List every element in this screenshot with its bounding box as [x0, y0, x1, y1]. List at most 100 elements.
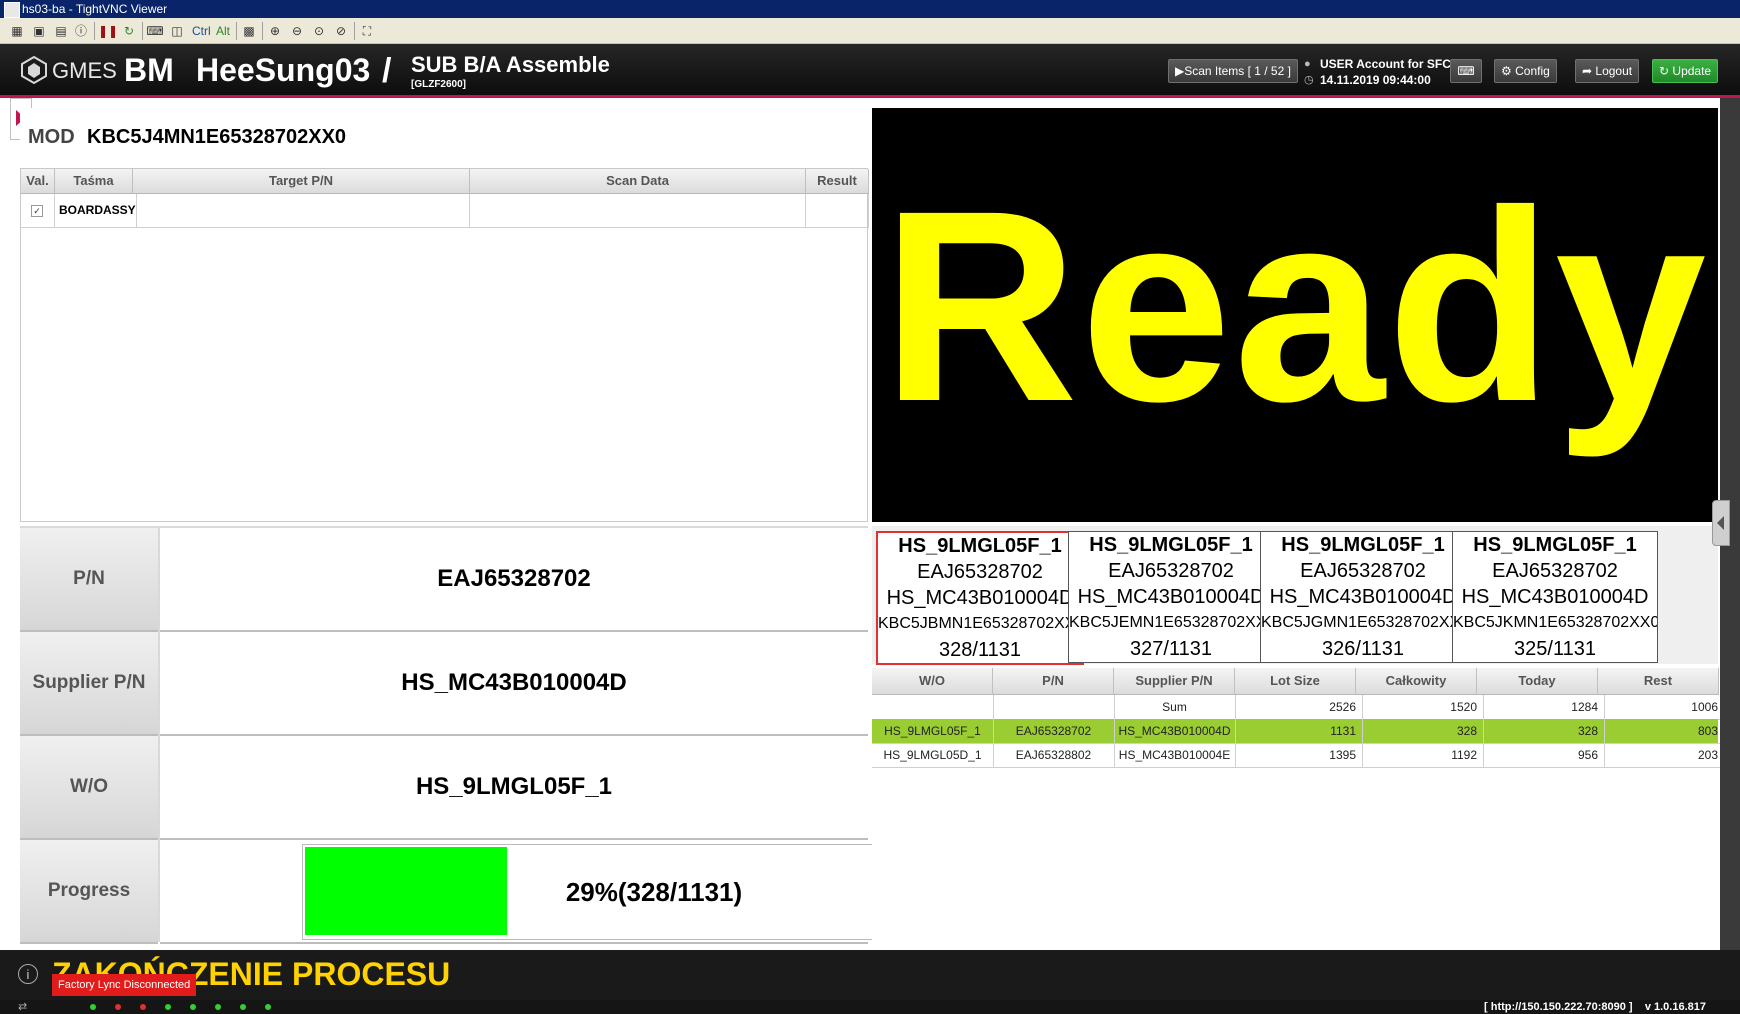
table-cell-total: 1520	[1356, 695, 1484, 720]
clock-icon: ◷	[1304, 74, 1314, 86]
gmes-logo: GMES	[52, 58, 117, 83]
connection-alert: Factory Lync Disconnected	[52, 974, 197, 996]
col-today[interactable]: Today	[1477, 668, 1598, 695]
info-icon[interactable]: i	[18, 964, 38, 984]
pn-label: P/N	[20, 528, 158, 632]
row-scan-data	[470, 194, 806, 228]
table-cell-wo: HS_9LMGL05F_1	[872, 719, 994, 744]
col-tasma[interactable]: Taśma	[55, 169, 133, 194]
scan-card-wo: HS_9LMGL05F_1	[1089, 534, 1253, 556]
table-cell-wo: HS_9LMGL05D_1	[872, 743, 994, 768]
keyboard-button[interactable]: ⌨	[1450, 59, 1482, 83]
user-icon: ●	[1304, 58, 1311, 70]
col-pn[interactable]: P/N	[993, 668, 1114, 695]
status-text: Ready	[881, 154, 1709, 458]
scan-card-mod: KBC5JBMN1E65328702XX0	[878, 615, 1082, 632]
status-led-icon	[190, 1004, 196, 1010]
row-tasma: BOARDASSY	[55, 194, 137, 228]
col-rest[interactable]: Rest	[1598, 668, 1719, 695]
row-checkbox[interactable]: ✓	[31, 205, 43, 217]
pn-row: P/N EAJ65328702	[20, 528, 868, 632]
scan-card-pn: EAJ65328702	[917, 561, 1043, 583]
scan-items-button[interactable]: ▶Scan Items [ 1 / 52 ]	[1168, 59, 1298, 83]
table-cell-lot: 2526	[1235, 695, 1363, 720]
col-wo[interactable]: W/O	[872, 668, 993, 695]
col-val[interactable]: Val.	[21, 169, 55, 194]
logout-button[interactable]: ➦ Logout	[1575, 59, 1640, 83]
col-scan-data[interactable]: Scan Data	[470, 169, 806, 194]
scan-card-count: 328/1131	[939, 639, 1021, 661]
vnc-toolbar: ▦ ▣ ▤ ⓘ ❚❚ ↻ ⌨ ◫ Ctrl Alt ▩ ⊕ ⊖ ⊙ ⊘ ⛶	[0, 18, 1740, 44]
clipboard-icon[interactable]: ▩	[240, 22, 258, 40]
app-icon	[4, 2, 20, 18]
col-target-pn[interactable]: Target P/N	[133, 169, 470, 194]
supplier-pn-value: HS_MC43B010004D	[160, 632, 868, 736]
mod-value: KBC5J4MN1E65328702XX0	[87, 126, 347, 148]
options-icon[interactable]: ▤	[52, 22, 70, 40]
status-led-icon	[240, 1004, 246, 1010]
table-cell-pn: EAJ65328802	[993, 743, 1115, 768]
zoom-out-icon[interactable]: ⊖	[288, 22, 306, 40]
row-target-pn	[133, 194, 470, 228]
refresh-icon[interactable]: ↻	[120, 22, 138, 40]
header-slash: /	[382, 52, 392, 90]
header-process-code: [GLZF2600]	[411, 79, 467, 90]
zoom-100-icon[interactable]: ⊙	[310, 22, 328, 40]
table-cell-rest: 803	[1598, 719, 1725, 744]
table-row[interactable]: Sum 2526 1520 1284 1006	[872, 695, 1725, 720]
collapse-panel-button[interactable]	[1712, 500, 1730, 546]
status-led-icon	[90, 1004, 96, 1010]
alt-button[interactable]: Alt	[214, 22, 232, 40]
table-cell-pn: EAJ65328702	[993, 719, 1115, 744]
config-label: Config	[1515, 64, 1550, 78]
header-datetime: 14.11.2019 09:44:00	[1320, 73, 1431, 87]
ctrl-esc-icon[interactable]: ◫	[168, 22, 186, 40]
chevron-left-icon	[1717, 516, 1724, 530]
new-connection-icon[interactable]: ▦	[8, 22, 26, 40]
scan-card-pn: EAJ65328702	[1108, 560, 1234, 582]
refresh-icon: ↻	[1659, 64, 1670, 78]
status-led-icon	[215, 1004, 221, 1010]
user-account: USER Account for SFC	[1320, 57, 1451, 71]
table-cell-lot: 1395	[1235, 743, 1363, 768]
col-lot-size[interactable]: Lot Size	[1235, 668, 1356, 695]
scan-card-supplier: HS_MC43B010004D	[886, 587, 1074, 609]
status-led-icon	[265, 1004, 271, 1010]
scan-card-mod: KBC5JEMN1E65328702XX0	[1069, 614, 1273, 631]
table-cell-total: 328	[1356, 719, 1484, 744]
table-row-check-cell[interactable]: ✓	[21, 194, 55, 228]
scan-card: HS_9LMGL05F_1 EAJ65328702 HS_MC43B010004D K…	[1452, 531, 1658, 663]
pn-value: EAJ65328702	[160, 528, 868, 632]
config-button[interactable]: ⚙ Config	[1494, 59, 1557, 83]
zoom-fit-icon[interactable]: ⊘	[332, 22, 350, 40]
scan-card-supplier: HS_MC43B010004D	[1077, 586, 1265, 608]
col-supplier-pn[interactable]: Supplier P/N	[1114, 668, 1235, 695]
progress-cell: 29%(328/1131)	[160, 840, 1006, 944]
status-bar	[0, 1000, 1740, 1014]
col-calkowity[interactable]: Całkowity	[1356, 668, 1477, 695]
table-row[interactable]: HS_9LMGL05D_1 EAJ65328802 HS_MC43B010004E 1…	[872, 743, 1725, 768]
progress-row: Progress 29%(328/1131)	[20, 840, 1006, 944]
fullscreen-icon[interactable]: ⛶	[358, 22, 376, 40]
table-cell-today: 1284	[1477, 695, 1605, 720]
recent-scans: HS_9LMGL05F_1 EAJ65328702 HS_MC43B010004D K…	[872, 526, 1718, 665]
gmes-logo-icon	[21, 56, 47, 84]
ctrl-alt-del-icon[interactable]: ⌨	[146, 22, 164, 40]
update-button[interactable]: ↻ Update	[1652, 59, 1719, 83]
scan-card-wo: HS_9LMGL05F_1	[1473, 534, 1637, 556]
app-version: v 1.0.16.817	[1644, 1001, 1706, 1013]
info-icon[interactable]: ⓘ	[72, 22, 90, 40]
wo-row: W/O HS_9LMGL05F_1	[20, 736, 868, 840]
scan-card-pn: EAJ65328702	[1300, 560, 1426, 582]
pause-icon[interactable]: ❚❚	[98, 22, 118, 40]
save-icon[interactable]: ▣	[30, 22, 48, 40]
gear-icon: ⚙	[1501, 64, 1512, 78]
ctrl-button[interactable]: Ctrl	[190, 22, 213, 40]
table-row[interactable]: HS_9LMGL05F_1 EAJ65328702 HS_MC43B010004D 1…	[872, 719, 1725, 744]
zoom-in-icon[interactable]: ⊕	[266, 22, 284, 40]
server-url: [ http://150.150.222.70:8090 ]	[1484, 1001, 1633, 1013]
row-result	[806, 194, 869, 228]
col-result[interactable]: Result	[806, 169, 869, 194]
table-cell-today: 328	[1477, 719, 1605, 744]
scan-card-count: 327/1131	[1130, 638, 1212, 660]
